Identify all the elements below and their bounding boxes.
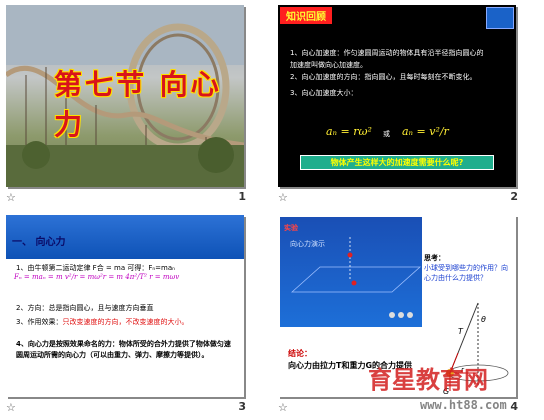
item-2: 2、向心加速度的方向：指向圆心，且每时每刻在不断变化。 (290, 73, 477, 81)
line-1: 1、由牛顿第二运动定律 F合 = ma 可得：Fₙ=maₙ (16, 264, 175, 272)
force-formula: Fₙ = maₙ = m v²/r = mω²r = m 4π²/T² r = … (14, 273, 180, 281)
star-icon: ☆ (278, 401, 288, 414)
watermark-url: www.ht88.com (420, 398, 507, 412)
watermark-logo: 育星教育网 (368, 366, 488, 394)
slide-2-canvas: 知识回顾 1、向心加速度：作匀速圆周运动的物体具有沿半径指向圆心的加速度叫做向心… (278, 5, 516, 187)
star-icon: ☆ (278, 191, 288, 204)
line-4: 4、向心力是按照效果命名的力：物体所受的合外力提供了物体做匀速圆周运动所需的向心… (16, 340, 231, 359)
slide-number: 4 (510, 400, 518, 413)
slide-1[interactable]: 第七节 向心力 ☆ 1 (0, 0, 272, 210)
slide-2-body: 1、向心加速度：作匀速圆周运动的物体具有沿半径指向圆心的加速度叫做向心加速度。 … (290, 47, 490, 99)
slide-2[interactable]: 知识回顾 1、向心加速度：作匀速圆周运动的物体具有沿半径指向圆心的加速度叫做向心… (272, 0, 544, 210)
label-theta: θ (481, 315, 486, 324)
star-icon: ☆ (6, 401, 16, 414)
line-3: 3、作用效果：只改变速度的方向，不改变速度的大小。 (16, 317, 188, 327)
line-2: 2、方向：总是指向圆心，且与速度方向垂直 (16, 304, 154, 312)
item-3: 3、向心加速度大小： (290, 89, 358, 97)
slide-1-title: 第七节 向心力 (54, 68, 222, 141)
label-T: T (458, 327, 463, 336)
item-1: 1、向心加速度：作匀速圆周运动的物体具有沿半径指向圆心的加速度叫做向心加速度。 (290, 49, 484, 69)
slide-1-canvas: 第七节 向心力 (6, 5, 244, 187)
line-3-effect: 只改变速度的方向，不改变速度的大小。 (62, 318, 189, 326)
slide-number: 1 (238, 190, 246, 203)
formula-a: aₙ = rω² (326, 125, 372, 138)
or-text: 或 (383, 130, 390, 138)
question-banner: 物体产生这样大的加速度需要什么呢? (300, 155, 494, 170)
slide-3-heading: 一、 向心力 (12, 237, 66, 248)
corner-decoration (486, 7, 514, 29)
slide-number: 2 (510, 190, 518, 203)
line-3-label: 3、作用效果： (16, 318, 63, 326)
slide-2-header: 知识回顾 (280, 7, 332, 24)
conclusion-label: 结论： (288, 349, 312, 358)
slide-3[interactable]: 一、 向心力 1、由牛顿第二运动定律 F合 = ma 可得：Fₙ=maₙ Fₙ … (0, 210, 272, 420)
formula-b: aₙ = v²/r (402, 125, 449, 138)
slide-number: 3 (238, 400, 246, 413)
slide-3-canvas: 一、 向心力 1、由牛顿第二运动定律 F合 = ma 可得：Fₙ=maₙ Fₙ … (6, 215, 244, 397)
star-icon: ☆ (6, 191, 16, 204)
